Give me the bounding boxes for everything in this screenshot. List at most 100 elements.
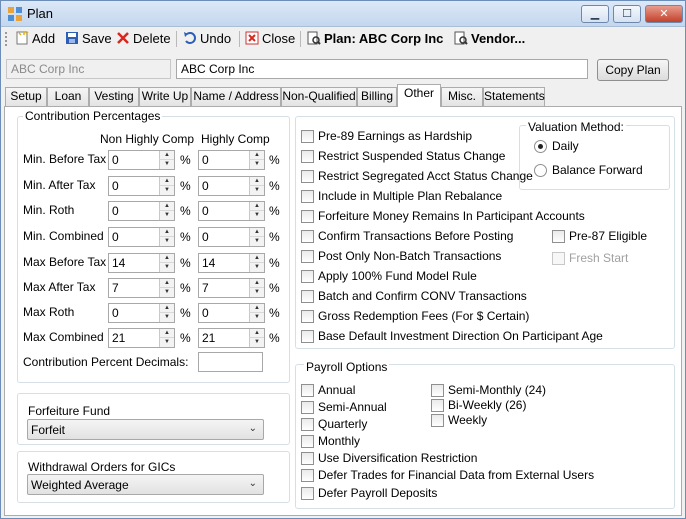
tab-vesting[interactable]: Vesting [89,87,139,106]
option-pre-89-earnings-as-hardship[interactable]: Pre-89 Earnings as Hardship [301,129,472,145]
radio-icon[interactable] [534,140,547,153]
checkbox-icon[interactable] [431,414,444,427]
payroll-annual-checkbox[interactable]: Annual [301,383,355,399]
spin-down-icon[interactable]: ▼ [249,186,264,195]
spin-down-icon[interactable]: ▼ [159,338,174,347]
payroll-semi-monthly-24-checkbox[interactable]: Semi-Monthly (24) [431,383,546,399]
min-roth-non-highly-stepper[interactable]: 0 ▲ ▼ [108,201,175,221]
option-forfeiture-money-remains-in-participant-accounts[interactable]: Forfeiture Money Remains In Participant … [301,209,585,225]
checkbox-icon[interactable] [301,310,314,323]
payroll-monthly-checkbox[interactable]: Monthly [301,434,360,450]
checkbox-icon[interactable] [301,190,314,203]
max-before-tax-highly-stepper[interactable]: 14 ▲ ▼ [198,253,265,273]
spin-up-icon[interactable]: ▲ [159,329,174,338]
checkbox-icon[interactable] [301,210,314,223]
payroll-bi-weekly-26-checkbox[interactable]: Bi-Weekly (26) [431,398,526,414]
payroll-semi-annual-checkbox[interactable]: Semi-Annual [301,400,387,416]
checkbox-icon[interactable] [301,469,314,482]
checkbox-icon[interactable] [301,170,314,183]
spin-up-icon[interactable]: ▲ [159,228,174,237]
undo-button[interactable]: Undo [183,30,231,48]
pre-87-eligible-checkbox[interactable]: Pre-87 Eligible [552,229,647,245]
option-apply-100-fund-model-rule[interactable]: Apply 100% Fund Model Rule [301,269,477,285]
option-restrict-segregated-acct-status-change[interactable]: Restrict Segregated Acct Status Change [301,169,533,185]
spin-up-icon[interactable]: ▲ [249,254,264,263]
spin-up-icon[interactable]: ▲ [159,279,174,288]
spin-down-icon[interactable]: ▼ [249,160,264,169]
valuation-daily-radio[interactable]: Daily [534,139,579,153]
payroll-quarterly-checkbox[interactable]: Quarterly [301,417,367,433]
tab-non-qualified[interactable]: Non-Qualified [281,87,357,106]
tab-name-address[interactable]: Name / Address [191,87,281,106]
spin-down-icon[interactable]: ▼ [159,313,174,322]
min-combined-non-highly-stepper[interactable]: 0 ▲ ▼ [108,227,175,247]
min-combined-highly-stepper[interactable]: 0 ▲ ▼ [198,227,265,247]
spin-up-icon[interactable]: ▲ [159,202,174,211]
close-window-button[interactable]: ✕ [645,5,683,23]
delete-button[interactable]: Delete [116,30,171,48]
checkbox-icon[interactable] [301,452,314,465]
spin-down-icon[interactable]: ▼ [249,338,264,347]
min-after-tax-non-highly-stepper[interactable]: 0 ▲ ▼ [108,176,175,196]
max-roth-highly-stepper[interactable]: 0 ▲ ▼ [198,303,265,323]
spin-up-icon[interactable]: ▲ [159,254,174,263]
min-before-tax-highly-stepper[interactable]: 0 ▲ ▼ [198,150,265,170]
max-after-tax-non-highly-stepper[interactable]: 7 ▲ ▼ [108,278,175,298]
spin-down-icon[interactable]: ▼ [159,288,174,297]
option-gross-redemption-fees-for-certain[interactable]: Gross Redemption Fees (For $ Certain) [301,309,529,325]
spin-up-icon[interactable]: ▲ [249,177,264,186]
checkbox-icon[interactable] [431,384,444,397]
option-base-default-investment-direction-on-participant-age[interactable]: Base Default Investment Direction On Par… [301,329,603,345]
max-combined-non-highly-stepper[interactable]: 21 ▲ ▼ [108,328,175,348]
tab-other[interactable]: Other [397,84,441,107]
spin-down-icon[interactable]: ▼ [159,237,174,246]
max-after-tax-highly-stepper[interactable]: 7 ▲ ▼ [198,278,265,298]
min-roth-highly-stepper[interactable]: 0 ▲ ▼ [198,201,265,221]
min-before-tax-non-highly-stepper[interactable]: 0 ▲ ▼ [108,150,175,170]
radio-icon[interactable] [534,164,547,177]
payroll-defer-payroll-deposits-checkbox[interactable]: Defer Payroll Deposits [301,486,437,502]
checkbox-icon[interactable] [301,418,314,431]
spin-up-icon[interactable]: ▲ [249,304,264,313]
forfeiture-fund-dropdown[interactable]: Forfeit ⌄ [27,419,264,440]
spin-down-icon[interactable]: ▼ [249,211,264,220]
option-post-only-non-batch-transactions[interactable]: Post Only Non-Batch Transactions [301,249,501,265]
option-include-in-multiple-plan-rebalance[interactable]: Include in Multiple Plan Rebalance [301,189,502,205]
tab-setup[interactable]: Setup [5,87,47,106]
spin-down-icon[interactable]: ▼ [249,288,264,297]
tab-write-up[interactable]: Write Up [139,87,191,106]
spin-up-icon[interactable]: ▲ [249,228,264,237]
max-roth-non-highly-stepper[interactable]: 0 ▲ ▼ [108,303,175,323]
minimize-button[interactable]: ▁ [581,5,609,23]
checkbox-icon[interactable] [301,290,314,303]
plan-code-field[interactable]: ABC Corp Inc [6,59,171,79]
vendor-button[interactable]: Vendor... [454,30,525,48]
spin-down-icon[interactable]: ▼ [249,237,264,246]
spin-up-icon[interactable]: ▲ [249,279,264,288]
option-confirm-transactions-before-posting[interactable]: Confirm Transactions Before Posting [301,229,513,245]
close-button[interactable]: Close [245,30,295,48]
spin-down-icon[interactable]: ▼ [249,263,264,272]
checkbox-icon[interactable] [301,270,314,283]
checkbox-icon[interactable] [301,487,314,500]
checkbox-icon[interactable] [552,230,565,243]
checkbox-icon[interactable] [431,399,444,412]
spin-up-icon[interactable]: ▲ [249,202,264,211]
option-batch-and-confirm-conv-transactions[interactable]: Batch and Confirm CONV Transactions [301,289,527,305]
payroll-defer-trades-for-financial-data-from-external-users-checkbox[interactable]: Defer Trades for Financial Data from Ext… [301,468,594,484]
spin-up-icon[interactable]: ▲ [159,151,174,160]
tab-misc[interactable]: Misc. [441,87,483,106]
checkbox-icon[interactable] [301,230,314,243]
min-after-tax-highly-stepper[interactable]: 0 ▲ ▼ [198,176,265,196]
plan-name-field[interactable]: ABC Corp Inc [176,59,588,79]
checkbox-icon[interactable] [301,435,314,448]
spin-down-icon[interactable]: ▼ [249,313,264,322]
checkbox-icon[interactable] [301,401,314,414]
checkbox-icon[interactable] [301,150,314,163]
option-restrict-suspended-status-change[interactable]: Restrict Suspended Status Change [301,149,505,165]
spin-down-icon[interactable]: ▼ [159,160,174,169]
spin-up-icon[interactable]: ▲ [249,329,264,338]
spin-down-icon[interactable]: ▼ [159,211,174,220]
payroll-weekly-checkbox[interactable]: Weekly [431,413,487,429]
spin-up-icon[interactable]: ▲ [249,151,264,160]
